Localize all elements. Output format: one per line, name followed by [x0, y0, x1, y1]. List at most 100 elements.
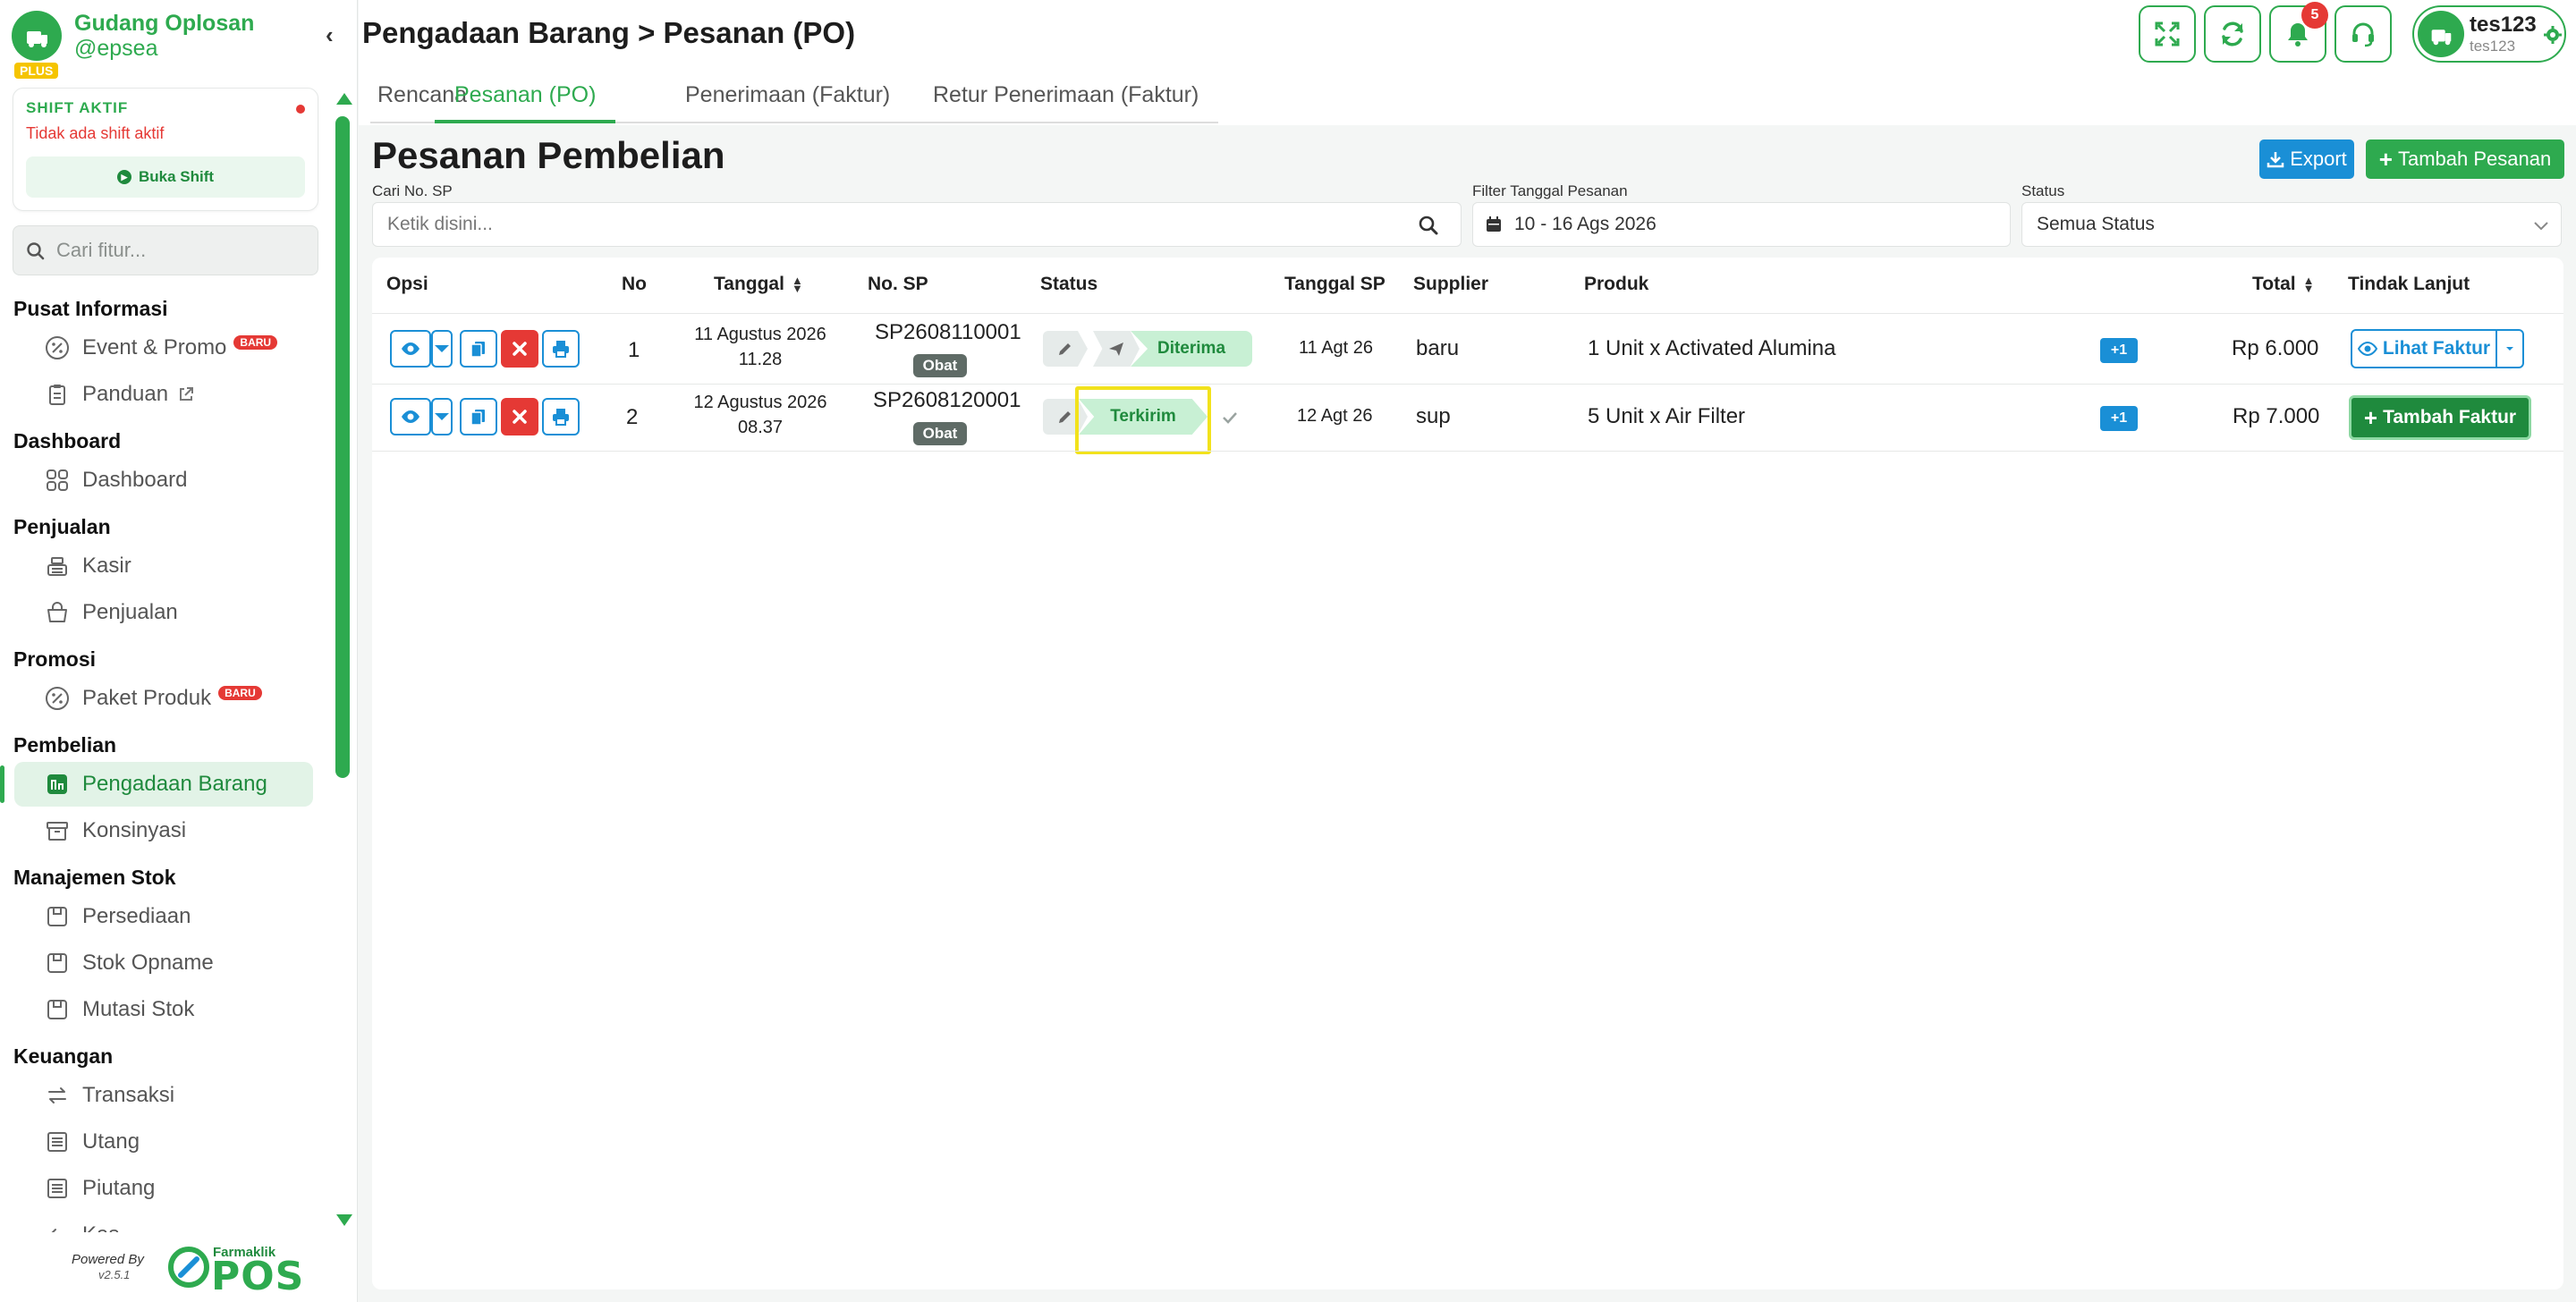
date-filter-label: Filter Tanggal Pesanan [1472, 182, 1628, 199]
copy-icon [470, 342, 485, 358]
sidebar-item-mutasi-stok[interactable]: Mutasi Stok [14, 987, 313, 1032]
row-no: 2 [626, 405, 639, 429]
eye-icon [2357, 341, 2377, 357]
copy-button[interactable] [460, 398, 497, 435]
plan-badge: PLUS [14, 63, 59, 79]
copy-button[interactable] [460, 330, 497, 368]
scroll-thumb[interactable] [335, 116, 350, 778]
sidebar-item-dashboard[interactable]: Dashboard [14, 458, 313, 503]
category-tag: Obat [913, 354, 967, 377]
tab-penerimaan[interactable]: Penerimaan (Faktur) [685, 82, 890, 123]
col-total[interactable]: Total ▲ ▼ [2252, 274, 2314, 295]
status-badge: Diterima [1131, 331, 1252, 367]
sidebar-item-label: Dashboard [82, 468, 188, 492]
calendar-icon [1487, 216, 1501, 232]
col-total-label: Total [2252, 274, 2296, 294]
row-sp-date: 12 Agt 26 [1297, 406, 1373, 426]
gear-icon[interactable] [2543, 25, 2563, 45]
powered-by-text: Powered By [72, 1252, 144, 1267]
refresh-button[interactable] [2204, 5, 2261, 63]
col-no-sp: No. SP [868, 274, 928, 294]
sidebar-item-paket-produk[interactable]: Paket Produk BARU [14, 676, 313, 721]
status-filter-select[interactable]: Semua Status [2021, 202, 2562, 247]
sidebar-item-utang[interactable]: Utang [14, 1120, 313, 1164]
more-products-badge[interactable]: +1 [2100, 338, 2138, 363]
row-divider [372, 384, 2563, 385]
row-supplier: sup [1416, 404, 1451, 428]
breadcrumb: Pengadaan Barang > Pesanan (PO) [362, 16, 856, 49]
box-icon [47, 953, 67, 973]
view-invoice-button[interactable]: Lihat Faktur [2351, 329, 2497, 368]
section-manajemen-stok: Manajemen Stok [13, 866, 176, 889]
feature-search-input[interactable] [56, 226, 307, 275]
sidebar-item-penjualan[interactable]: Penjualan [14, 590, 313, 635]
search-icon [27, 242, 45, 260]
sidebar-item-panduan[interactable]: Panduan [14, 372, 313, 417]
new-badge: BARU [233, 335, 278, 350]
search-icon[interactable] [1418, 215, 1439, 236]
print-button[interactable] [542, 398, 580, 435]
printer-icon [553, 341, 569, 358]
date-filter-field[interactable]: 10 - 16 Ags 2026 [1472, 202, 2011, 247]
sidebar-item-transaksi[interactable]: Transaksi [14, 1073, 313, 1118]
sidebar-item-label: Stok Opname [82, 951, 214, 975]
notifications-button[interactable]: 5 [2269, 2, 2328, 63]
col-tindak-lanjut: Tindak Lanjut [2348, 274, 2470, 294]
row-date: 11 Agustus 2026 11.28 [680, 322, 841, 372]
view-button[interactable] [390, 330, 431, 368]
sidebar-item-label: Kas [82, 1222, 119, 1232]
print-button[interactable] [542, 330, 580, 368]
export-button[interactable]: Export [2259, 140, 2354, 179]
percent-icon [46, 336, 69, 359]
add-invoice-label: Tambah Faktur [2383, 407, 2517, 427]
row-sp-date: 11 Agt 26 [1299, 338, 1374, 358]
row-supplier: baru [1416, 336, 1460, 360]
sidebar-item-label: Piutang [82, 1176, 156, 1200]
sidebar-item-pengadaan-barang[interactable]: Pengadaan Barang [0, 762, 313, 807]
close-icon [513, 410, 527, 424]
close-icon [513, 342, 527, 356]
store-name: Gudang Oplosan [74, 11, 255, 36]
clipboard-icon [49, 385, 65, 405]
sidebar-item-kas[interactable]: Kas [14, 1213, 313, 1232]
pencil-icon [1059, 411, 1071, 423]
user-menu[interactable]: tes123 tes123 [2412, 5, 2566, 63]
more-products-badge[interactable]: +1 [2100, 406, 2138, 431]
add-invoice-button[interactable]: + Tambah Faktur [2349, 395, 2531, 440]
section-dashboard: Dashboard [13, 429, 122, 452]
search-sp-input[interactable] [373, 203, 1461, 246]
sidebar-item-kasir[interactable]: Kasir [14, 544, 313, 588]
scroll-down-icon[interactable] [336, 1214, 352, 1226]
open-shift-label: Buka Shift [138, 168, 215, 185]
col-tanggal[interactable]: Tanggal ▲ ▼ [714, 274, 803, 295]
support-button[interactable] [2334, 5, 2392, 63]
sidebar-item-event-promo[interactable]: Event & Promo BARU [14, 326, 313, 370]
add-order-button[interactable]: + Tambah Pesanan [2366, 140, 2564, 179]
fullscreen-button[interactable] [2139, 5, 2196, 63]
row-date-day: 11 Agustus 2026 [694, 325, 826, 344]
cancel-button[interactable] [501, 330, 538, 368]
play-icon: ▶ [116, 170, 131, 184]
row-total: Rp 7.000 [2233, 404, 2320, 428]
product-pos: POS [211, 1254, 305, 1299]
user-subtitle: tes123 [2470, 38, 2516, 55]
open-shift-button[interactable]: ▶ Buka Shift [26, 156, 305, 198]
collapse-sidebar-icon[interactable]: ‹ [326, 21, 334, 49]
view-invoice-dropdown[interactable] [2497, 329, 2524, 368]
tab-retur-penerimaan[interactable]: Retur Penerimaan (Faktur) [933, 82, 1199, 123]
eye-icon [402, 410, 419, 423]
sidebar-scrollbar[interactable] [333, 88, 352, 1232]
scroll-up-icon[interactable] [336, 93, 352, 105]
sidebar-item-piutang[interactable]: Piutang [14, 1166, 313, 1211]
row-date-time: 08.37 [737, 418, 784, 437]
avatar [2418, 11, 2464, 57]
sidebar-item-konsinyasi[interactable]: Konsinyasi [14, 808, 313, 853]
sidebar-item-persediaan[interactable]: Persediaan [14, 894, 313, 939]
options-dropdown-button[interactable] [431, 330, 453, 368]
options-dropdown-button[interactable] [431, 398, 453, 435]
tab-pesanan[interactable]: Pesanan (PO) [435, 82, 616, 123]
cancel-button[interactable] [501, 398, 538, 435]
view-button[interactable] [390, 398, 431, 435]
sidebar-item-stok-opname[interactable]: Stok Opname [14, 941, 313, 985]
caret-down-icon [435, 413, 449, 420]
